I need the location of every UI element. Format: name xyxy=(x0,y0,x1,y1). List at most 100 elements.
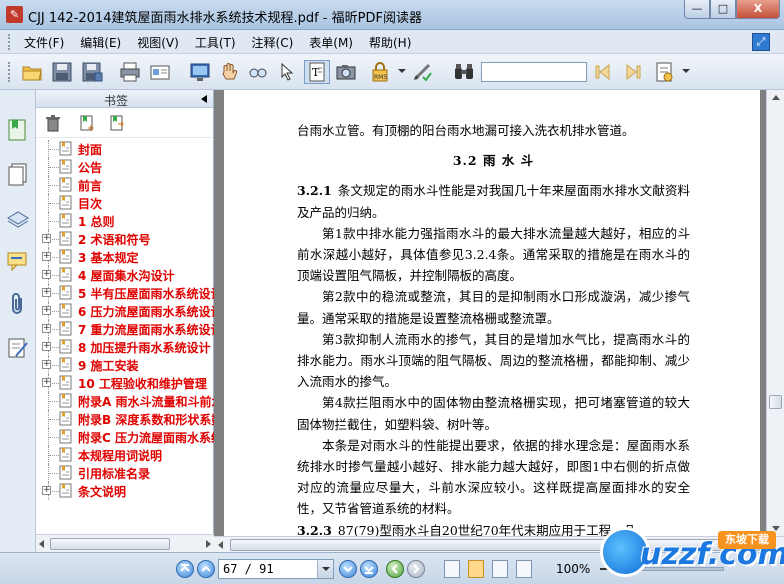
zoom-glasses-icon[interactable] xyxy=(245,60,271,84)
close-button[interactable]: X xyxy=(736,0,780,19)
new-bookmark-icon[interactable]: + xyxy=(78,114,96,132)
text-select-icon[interactable]: T xyxy=(304,60,330,84)
bookmark-page-icon xyxy=(59,375,72,390)
facing-view-icon[interactable] xyxy=(492,560,508,578)
document-vertical-scrollbar[interactable] xyxy=(766,90,784,536)
bookmark-item[interactable]: +3 基本规定 xyxy=(36,248,214,266)
single-page-view-icon[interactable] xyxy=(444,560,460,578)
expand-plus-icon[interactable]: + xyxy=(42,270,51,279)
menu-file[interactable]: 文件(F) xyxy=(24,34,64,51)
open-folder-icon[interactable] xyxy=(19,60,45,84)
bookmark-item[interactable]: 封面 xyxy=(36,140,214,158)
full-screen-monitor-icon[interactable] xyxy=(187,60,213,84)
comments-panel-icon[interactable] xyxy=(6,250,30,274)
menu-view[interactable]: 视图(V) xyxy=(137,34,179,51)
hand-tool-icon[interactable] xyxy=(216,60,242,84)
expand-plus-icon[interactable]: + xyxy=(42,324,51,333)
minimize-button[interactable]: — xyxy=(684,0,710,19)
next-page-icon[interactable] xyxy=(339,560,357,578)
signatures-panel-icon[interactable] xyxy=(6,336,30,360)
go-forward-icon[interactable] xyxy=(407,560,425,578)
fullscreen-icon[interactable]: ⤢ xyxy=(752,33,770,51)
scroll-left-arrow-icon[interactable] xyxy=(39,540,44,548)
bookmark-item[interactable]: 本规程用词说明 xyxy=(36,446,214,464)
bookmark-horizontal-scrollbar[interactable] xyxy=(36,534,214,552)
menubar-grip[interactable] xyxy=(8,34,11,50)
scroll-left-arrow-icon[interactable] xyxy=(218,541,223,549)
expand-plus-icon[interactable]: + xyxy=(42,360,51,369)
bookmark-item[interactable]: 附录C 压力流屋面雨水系统 xyxy=(36,428,214,446)
pages-panel-icon[interactable] xyxy=(6,162,30,186)
scroll-right-arrow-icon[interactable] xyxy=(206,540,211,548)
rms-lock-icon[interactable]: RMS xyxy=(367,60,393,84)
collapse-panel-icon[interactable] xyxy=(201,95,207,103)
delete-bookmark-trash-icon[interactable] xyxy=(44,114,62,132)
search-options-dropdown-icon[interactable] xyxy=(682,69,690,73)
expand-plus-icon[interactable]: + xyxy=(42,486,51,495)
find-next-icon[interactable] xyxy=(619,60,645,84)
bookmark-item[interactable]: 引用标准名录 xyxy=(36,464,214,482)
bookmark-item[interactable]: +9 施工安装 xyxy=(36,356,214,374)
zoom-level[interactable]: 100% xyxy=(556,562,590,576)
new-child-bookmark-icon[interactable] xyxy=(108,114,126,132)
expand-plus-icon[interactable]: + xyxy=(42,306,51,315)
layers-panel-icon[interactable] xyxy=(6,206,30,230)
select-arrow-icon[interactable] xyxy=(274,60,300,84)
go-back-icon[interactable] xyxy=(386,560,404,578)
continuous-facing-view-icon[interactable] xyxy=(516,560,532,578)
bookmark-item[interactable]: +5 半有压屋面雨水系统设计 xyxy=(36,284,214,302)
bookmarks-panel-icon[interactable] xyxy=(6,118,30,142)
bookmark-label: 7 重力流屋面雨水系统设计 xyxy=(78,323,214,337)
bookmark-item[interactable]: 1 总则 xyxy=(36,212,214,230)
menu-tools[interactable]: 工具(T) xyxy=(195,34,236,51)
continuous-view-icon[interactable] xyxy=(468,560,484,578)
document-scroll-thumb[interactable] xyxy=(769,395,782,409)
expand-plus-icon[interactable]: + xyxy=(42,252,51,261)
bookmark-item[interactable]: +10 工程验收和维护管理 xyxy=(36,374,214,392)
sign-pen-icon[interactable] xyxy=(409,60,435,84)
last-page-icon[interactable] xyxy=(360,560,378,578)
rms-dropdown-icon[interactable] xyxy=(398,69,406,73)
expand-plus-icon[interactable]: + xyxy=(42,234,51,243)
menu-help[interactable]: 帮助(H) xyxy=(369,34,411,51)
bookmark-item[interactable]: 目次 xyxy=(36,194,214,212)
clause-number: 3.2.3 xyxy=(297,522,332,536)
bookmark-item[interactable]: + 条文说明 xyxy=(36,482,214,500)
find-binoculars-icon[interactable] xyxy=(451,60,477,84)
page-dropdown-icon[interactable] xyxy=(317,560,333,578)
bookmark-item[interactable]: 附录A 雨水斗流量和斗前水深 xyxy=(36,392,214,410)
save-as-icon[interactable] xyxy=(79,60,105,84)
search-options-icon[interactable] xyxy=(651,60,677,84)
bookmark-item[interactable]: 前言 xyxy=(36,176,214,194)
menu-comment[interactable]: 注释(C) xyxy=(252,34,294,51)
bookmark-scroll-thumb[interactable] xyxy=(50,538,170,550)
bookmark-item[interactable]: +6 压力流屋面雨水系统设计 xyxy=(36,302,214,320)
bookmark-item[interactable]: +4 屋面集水沟设计 xyxy=(36,266,214,284)
search-input[interactable] xyxy=(481,62,587,82)
email-icon[interactable] xyxy=(147,60,173,84)
scroll-up-arrow-icon[interactable] xyxy=(772,95,780,100)
bookmark-item[interactable]: +7 重力流屋面雨水系统设计 xyxy=(36,320,214,338)
bookmark-item[interactable]: +2 术语和符号 xyxy=(36,230,214,248)
bookmark-tree: 封面 公告 前言 目次 1 总则 +2 术语和符号 +3 基本规定 +4 屋面集水沟设计 +5 … xyxy=(36,140,214,532)
menu-edit[interactable]: 编辑(E) xyxy=(80,34,121,51)
maximize-button[interactable]: □ xyxy=(710,0,736,19)
first-page-icon[interactable] xyxy=(176,560,194,578)
page-number-input[interactable]: 67 / 91 xyxy=(218,559,334,579)
print-icon[interactable] xyxy=(117,60,143,84)
menu-form[interactable]: 表单(M) xyxy=(309,34,353,51)
snapshot-camera-icon[interactable] xyxy=(333,60,359,84)
expand-plus-icon[interactable]: + xyxy=(42,288,51,297)
bookmark-item[interactable]: +8 加压提升雨水系统设计 xyxy=(36,338,214,356)
expand-plus-icon[interactable]: + xyxy=(42,342,51,351)
find-previous-icon[interactable] xyxy=(591,60,617,84)
expand-plus-icon[interactable]: + xyxy=(42,378,51,387)
navigation-panel-strip xyxy=(0,90,36,552)
bookmark-item[interactable]: 公告 xyxy=(36,158,214,176)
attachments-paperclip-icon[interactable] xyxy=(6,292,30,316)
bookmark-item[interactable]: 附录B 深度系数和形状系数 xyxy=(36,410,214,428)
previous-page-icon[interactable] xyxy=(197,560,215,578)
tree-line xyxy=(49,455,59,456)
toolbar-grip[interactable] xyxy=(8,62,11,82)
save-icon[interactable] xyxy=(49,60,75,84)
